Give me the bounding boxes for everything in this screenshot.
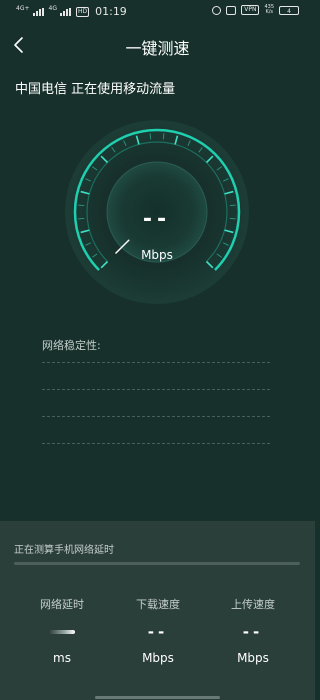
- metric-download: 下载速度 -- Mbps: [113, 596, 203, 665]
- stability-label: 网络稳定性:: [42, 339, 101, 352]
- signal-icon-2: [59, 7, 71, 16]
- vibrate-icon: [226, 5, 237, 15]
- stability-grid-line: [42, 416, 270, 417]
- gauge-tick: [78, 204, 85, 207]
- measure-status: 正在测算手机网络延时: [14, 545, 114, 556]
- progress-bar: [14, 562, 300, 565]
- stability-grid-line: [42, 362, 270, 363]
- vpn-badge: VPN: [241, 5, 260, 15]
- network-speed: 435 K/s: [264, 5, 274, 15]
- metric-unit: Mbps: [142, 651, 174, 665]
- network-type-2: 4G: [48, 4, 57, 12]
- gauge-tick: [229, 204, 236, 207]
- network-speed-unit: K/s: [265, 9, 274, 15]
- test-panel: 正在测算手机网络延时 网络延时 ms 下载速度 -- Mbps 上传速度 -- …: [0, 521, 315, 700]
- status-right: VPN 435 K/s 4: [212, 5, 299, 15]
- gauge-tick: [149, 133, 152, 140]
- stability-grid-line: [42, 389, 270, 390]
- metric-value: --: [242, 623, 264, 641]
- hd-badge: HD: [75, 6, 90, 17]
- metric-unit: ms: [53, 651, 71, 665]
- page-title: 一键测速: [125, 39, 190, 58]
- status-time: 01:19: [95, 5, 127, 18]
- loading-indicator: [49, 630, 75, 634]
- metric-label: 上传速度: [231, 598, 275, 611]
- metric-latency: 网络延时 ms: [17, 596, 107, 665]
- alarm-icon: [212, 5, 222, 15]
- header: 一键测速: [0, 28, 315, 62]
- metric-label: 网络延时: [40, 598, 84, 611]
- status-left: 4G+ 4G HD 01:19: [16, 5, 127, 18]
- metric-value: [17, 624, 107, 640]
- metric-label: 下载速度: [136, 598, 180, 611]
- gauge-tick: [162, 133, 165, 140]
- speed-value: --: [142, 207, 172, 232]
- network-type-1: 4G+: [16, 4, 30, 12]
- home-indicator[interactable]: [95, 696, 220, 699]
- stability-grid-line: [42, 443, 270, 444]
- status-bar: 4G+ 4G HD 01:19 VPN 435 K/s 4: [0, 0, 315, 24]
- signal-icon: [32, 7, 44, 16]
- metric-upload: 上传速度 -- Mbps: [208, 596, 298, 665]
- metric-value: --: [147, 623, 169, 641]
- metric-unit: Mbps: [237, 651, 269, 665]
- speed-unit: Mbps: [141, 248, 173, 262]
- carrier-status: 中国电信 正在使用移动流量: [15, 82, 176, 97]
- battery-icon: 4: [279, 5, 299, 15]
